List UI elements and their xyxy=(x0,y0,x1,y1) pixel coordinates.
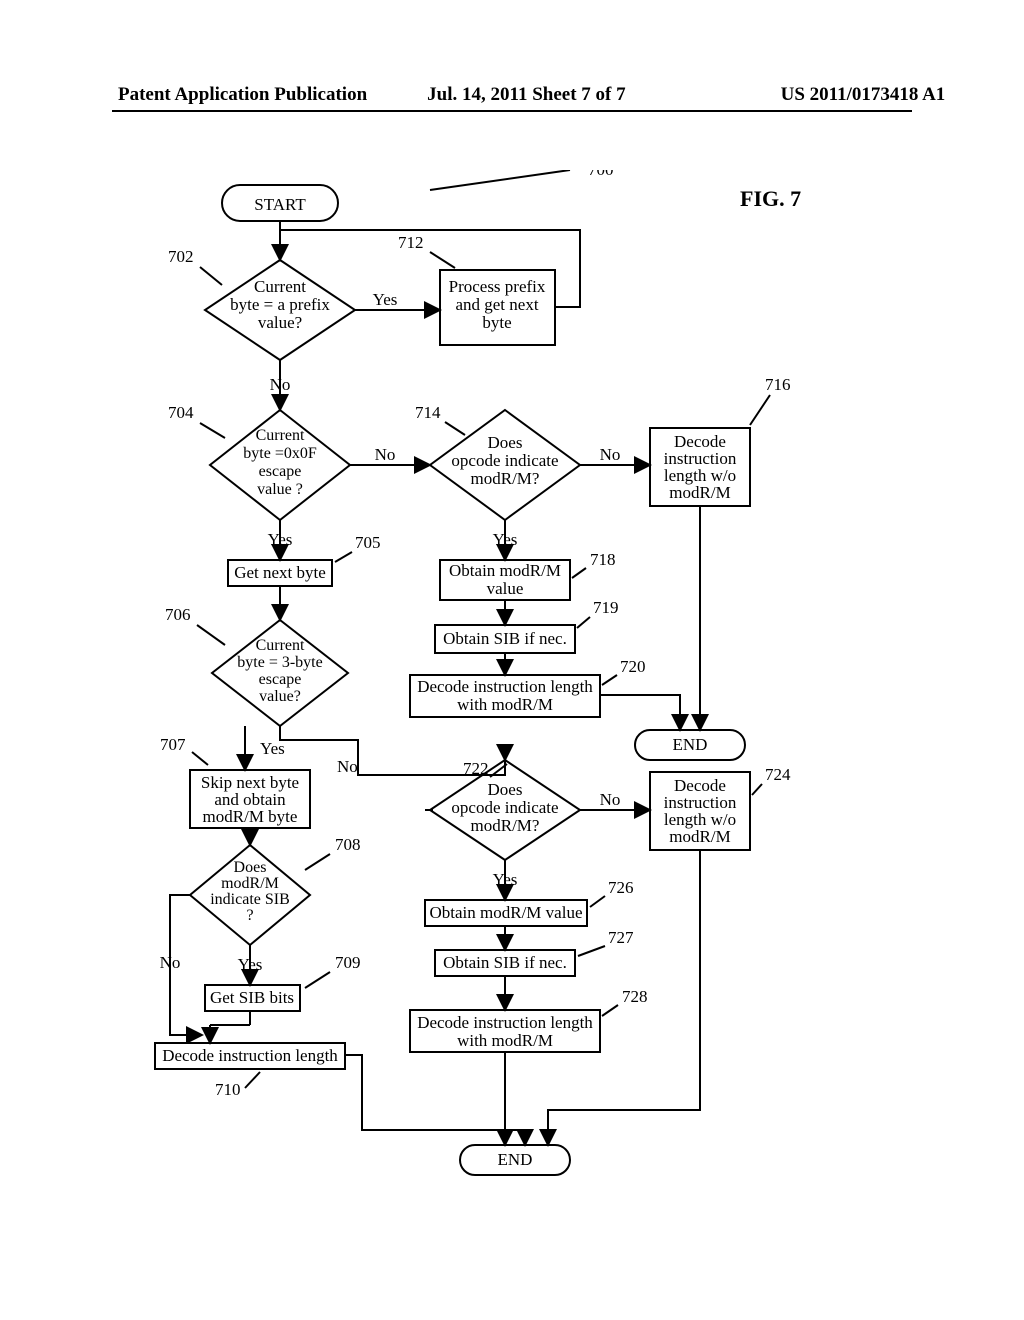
header-left: Patent Application Publication xyxy=(118,84,367,106)
ref-706: 706 xyxy=(165,605,191,624)
flowchart: START 700 Current byte = a prefix value?… xyxy=(130,170,850,1250)
n707c: modR/M byte xyxy=(203,807,298,826)
ref-704: 704 xyxy=(168,403,194,422)
ref-707: 707 xyxy=(160,735,186,754)
no-722: No xyxy=(600,790,621,809)
n706b: byte = 3-byte xyxy=(237,654,322,671)
ref-720: 720 xyxy=(620,657,646,676)
ref-709: 709 xyxy=(335,953,361,972)
yes-714: Yes xyxy=(493,530,518,549)
ref-722: 722 xyxy=(463,759,489,778)
ref-726: 726 xyxy=(608,878,634,897)
n716d: modR/M xyxy=(669,483,730,502)
ref-728: 728 xyxy=(622,987,648,1006)
n720a: Decode instruction length xyxy=(417,677,593,696)
n714c: modR/M? xyxy=(471,469,540,488)
ref-700: 700 xyxy=(588,170,614,179)
n720b: with modR/M xyxy=(457,695,553,714)
n722c: modR/M? xyxy=(471,816,540,835)
n727: Obtain SIB if nec. xyxy=(443,953,567,972)
n708a: Does xyxy=(234,859,267,876)
yes-702: Yes xyxy=(373,290,398,309)
yes-706: Yes xyxy=(260,739,285,758)
n726: Obtain modR/M value xyxy=(430,903,583,922)
n714b: opcode indicate xyxy=(451,451,558,470)
no-708: No xyxy=(160,953,181,972)
yes-704: Yes xyxy=(268,530,293,549)
no-702: No xyxy=(270,375,291,394)
ref-702: 702 xyxy=(168,247,194,266)
n704b: byte =0x0F xyxy=(243,445,317,462)
n704c: escape xyxy=(259,463,302,480)
n706c: escape xyxy=(259,671,302,688)
header-right: US 2011/0173418 A1 xyxy=(781,84,946,106)
start-label: START xyxy=(254,195,306,214)
ref-719: 719 xyxy=(593,598,619,617)
n712a: Process prefix xyxy=(449,277,546,296)
ref-710: 710 xyxy=(215,1080,241,1099)
ref-724: 724 xyxy=(765,765,791,784)
n710: Decode instruction length xyxy=(162,1046,338,1065)
n702c: value? xyxy=(258,313,302,332)
n728a: Decode instruction length xyxy=(417,1013,593,1032)
ref-716: 716 xyxy=(765,375,791,394)
end2: END xyxy=(498,1150,533,1169)
end1: END xyxy=(673,735,708,754)
n705: Get next byte xyxy=(234,563,326,582)
yes-708: Yes xyxy=(238,955,263,974)
ref-718: 718 xyxy=(590,550,616,569)
n728b: with modR/M xyxy=(457,1031,553,1050)
page-header: Patent Application Publication Jul. 14, … xyxy=(0,84,1024,106)
header-mid: Jul. 14, 2011 Sheet 7 of 7 xyxy=(427,84,625,106)
n712c: byte xyxy=(482,313,511,332)
no-706: No xyxy=(337,757,358,776)
n706d: value? xyxy=(259,688,301,705)
n714a: Does xyxy=(488,433,523,452)
ref-714: 714 xyxy=(415,403,441,422)
no-704: No xyxy=(375,445,396,464)
n719: Obtain SIB if nec. xyxy=(443,629,567,648)
ref-727: 727 xyxy=(608,928,634,947)
ref-705: 705 xyxy=(355,533,381,552)
n722b: opcode indicate xyxy=(451,798,558,817)
n704a: Current xyxy=(256,427,305,444)
n708d: ? xyxy=(246,907,253,924)
n702b: byte = a prefix xyxy=(230,295,330,314)
yes-722: Yes xyxy=(493,870,518,889)
n718: Obtain modR/M xyxy=(449,561,561,580)
no-714: No xyxy=(600,445,621,464)
ref-712: 712 xyxy=(398,233,424,252)
n708b: modR/M xyxy=(221,875,279,892)
n709: Get SIB bits xyxy=(210,988,294,1007)
header-rule xyxy=(112,110,912,112)
n712b: and get next xyxy=(455,295,538,314)
n704d: value ? xyxy=(257,481,303,498)
page: Patent Application Publication Jul. 14, … xyxy=(0,0,1024,1320)
ref-708: 708 xyxy=(335,835,361,854)
n722a: Does xyxy=(488,780,523,799)
n724d: modR/M xyxy=(669,827,730,846)
n718b: value xyxy=(487,579,524,598)
n702a: Current xyxy=(254,277,306,296)
n708c: indicate SIB xyxy=(210,891,290,908)
n706a: Current xyxy=(256,637,305,654)
